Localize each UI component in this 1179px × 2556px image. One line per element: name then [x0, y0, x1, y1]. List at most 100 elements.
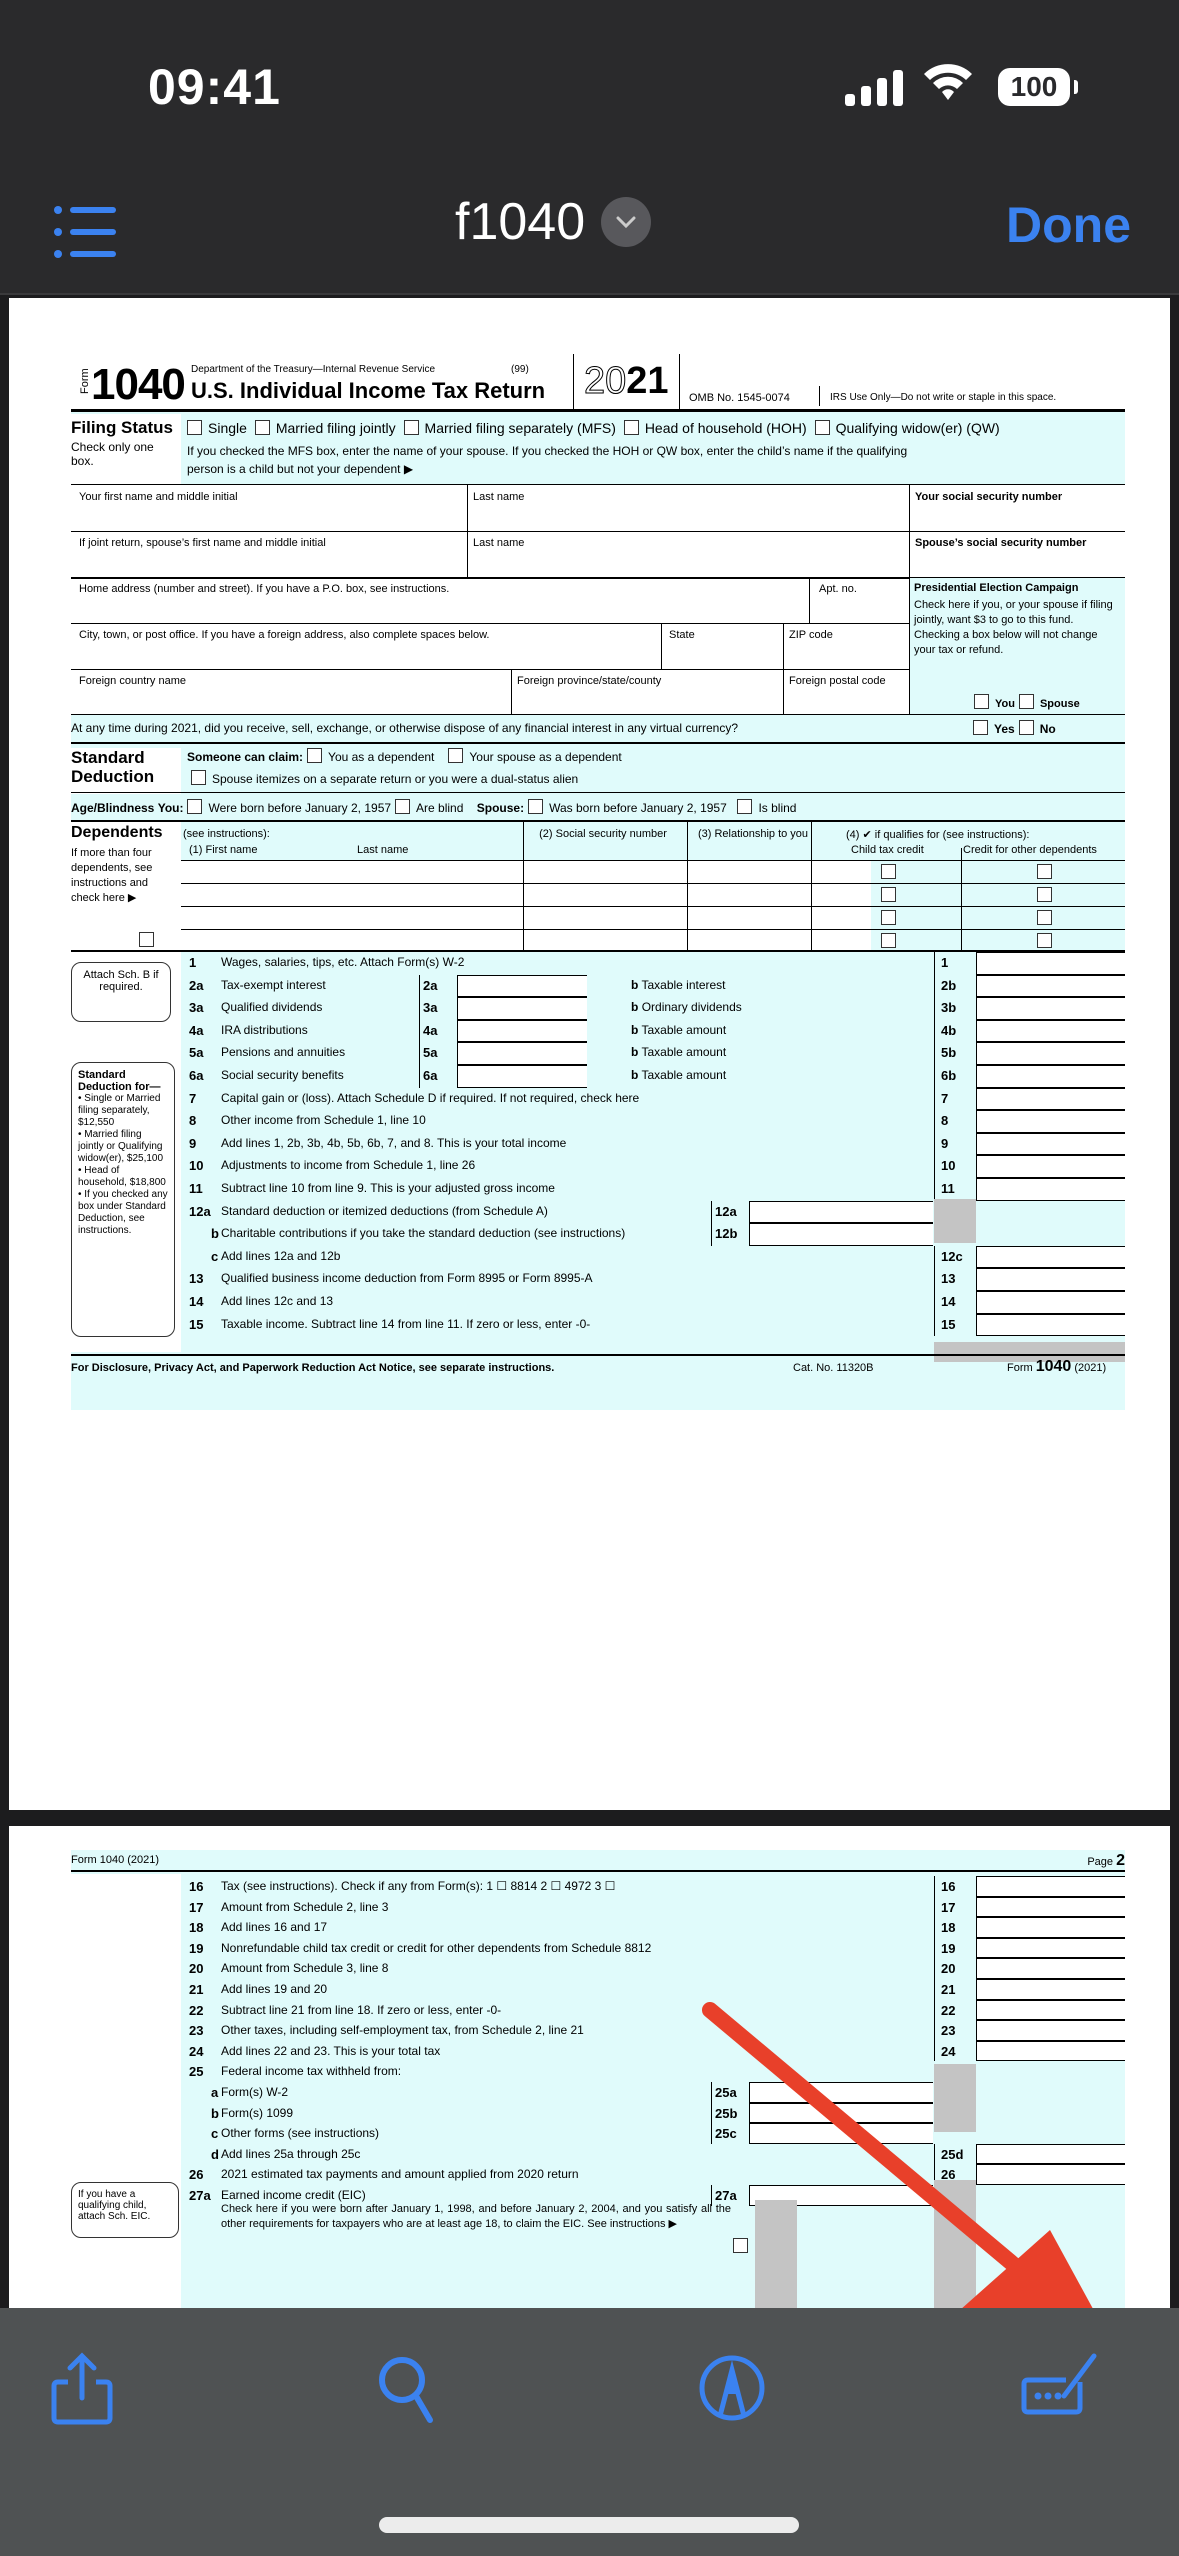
amount-input-25d[interactable]	[976, 2143, 1125, 2165]
amount-input-25a[interactable]	[749, 2082, 933, 2103]
share-icon[interactable]	[42, 2348, 122, 2428]
spouse-dependent-checkbox[interactable]	[448, 748, 464, 763]
home-address-field[interactable]: Home address (number and street). If you…	[79, 583, 449, 595]
you-blind-checkbox[interactable]	[395, 799, 411, 814]
amount-input-12b[interactable]	[749, 1223, 933, 1246]
foreign-province-field[interactable]: Foreign province/state/county	[517, 675, 661, 687]
amount-input-18[interactable]	[976, 1917, 1125, 1938]
zip-field[interactable]: ZIP code	[789, 629, 833, 641]
amount-input-6a[interactable]	[457, 1065, 587, 1088]
amount-input-1[interactable]	[976, 952, 1125, 975]
more-dependents-checkbox[interactable]	[139, 932, 154, 947]
done-button[interactable]: Done	[1006, 196, 1131, 254]
ssn-field[interactable]: Your social security number	[915, 491, 1062, 503]
amount-input-7[interactable]	[976, 1087, 1125, 1111]
state-field[interactable]: State	[669, 629, 695, 641]
amount-input-25c[interactable]	[749, 2123, 933, 2144]
line-box-label: 18	[941, 1920, 956, 1936]
you-dependent-checkbox[interactable]	[307, 748, 323, 763]
line-box-label: 15	[941, 1316, 956, 1332]
income-section: Attach Sch. B if required. Standard Dedu…	[71, 950, 1125, 1362]
amount-input-4a[interactable]	[457, 1019, 587, 1043]
first-name-field[interactable]: Your first name and middle initial	[79, 491, 238, 503]
omb-number: OMB No. 1545-0074	[689, 392, 790, 404]
last-name-field[interactable]: Last name	[473, 491, 524, 503]
dependent-other-credit-checkbox[interactable]	[1037, 887, 1052, 902]
chevron-down-icon[interactable]	[601, 197, 652, 247]
hoh-checkbox[interactable]	[623, 420, 639, 435]
list-icon[interactable]	[52, 202, 122, 262]
amount-input-12a[interactable]	[749, 1200, 933, 1224]
foreign-country-field[interactable]: Foreign country name	[79, 675, 186, 687]
dependent-child-credit-checkbox[interactable]	[881, 887, 896, 902]
amount-input-16[interactable]	[976, 1876, 1125, 1897]
dependent-other-credit-checkbox[interactable]	[1037, 933, 1052, 948]
line-box-label: 10	[941, 1158, 956, 1174]
spouse-last-name-field[interactable]: Last name	[473, 537, 524, 549]
amount-input-9[interactable]	[976, 1132, 1125, 1156]
amount-input-13[interactable]	[976, 1268, 1125, 1291]
dependent-child-credit-checkbox[interactable]	[881, 910, 896, 925]
markup-icon[interactable]	[692, 2348, 772, 2428]
amount-input-25b[interactable]	[749, 2102, 933, 2124]
amount-input-20[interactable]	[976, 1958, 1125, 1979]
amount-input-3a[interactable]	[457, 997, 587, 1020]
line-number: d	[211, 2146, 219, 2162]
search-icon[interactable]	[368, 2348, 448, 2428]
single-checkbox[interactable]	[187, 420, 202, 435]
amount-input-5a[interactable]	[457, 1042, 587, 1065]
pec-you-checkbox[interactable]	[974, 694, 989, 709]
qw-checkbox[interactable]	[814, 420, 830, 435]
document-title-menu[interactable]: f1040	[455, 192, 652, 252]
pec-spouse-checkbox[interactable]	[1018, 694, 1034, 709]
amount-input-8[interactable]	[976, 1110, 1125, 1133]
spouse-born-checkbox[interactable]	[528, 799, 544, 814]
amount-input-3b[interactable]	[976, 997, 1125, 1020]
amount-input-12c[interactable]	[976, 1245, 1125, 1269]
amount-input-24[interactable]	[976, 2040, 1125, 2062]
sub-line-label: 27a	[715, 2188, 737, 2203]
amount-input-14[interactable]	[976, 1291, 1125, 1314]
amount-input-6b[interactable]	[976, 1065, 1125, 1088]
fill-and-sign-icon[interactable]	[1020, 2348, 1100, 2428]
amount-input-15[interactable]	[976, 1313, 1125, 1337]
amount-input-5b[interactable]	[976, 1042, 1125, 1065]
amount-input-23[interactable]	[976, 2020, 1125, 2041]
city-field[interactable]: City, town, or post office. If you have …	[79, 629, 489, 641]
line-box-label: 17	[941, 1899, 956, 1915]
dependent-other-credit-checkbox[interactable]	[1037, 864, 1052, 879]
amount-input-2a[interactable]	[457, 974, 587, 998]
line-text: 2021 estimated tax payments and amount a…	[221, 2167, 579, 2182]
line-number: c	[211, 1248, 219, 1264]
dependent-child-credit-checkbox[interactable]	[881, 933, 896, 948]
home-indicator[interactable]	[379, 2517, 799, 2533]
eic-age-checkbox[interactable]	[733, 2238, 748, 2253]
apt-field[interactable]: Apt. no.	[819, 583, 857, 595]
amount-input-22[interactable]	[976, 1999, 1125, 2021]
vc-no-checkbox[interactable]	[1018, 720, 1034, 735]
amount-input-17[interactable]	[976, 1896, 1125, 1918]
dependent-child-credit-checkbox[interactable]	[881, 864, 896, 879]
amount-input-19[interactable]	[976, 1937, 1125, 1959]
pdf-page-2: Form 1040 (2021) Page 2 If you have a qu…	[9, 1826, 1170, 2410]
spouse-first-name-field[interactable]: If joint return, spouse’s first name and…	[79, 537, 326, 549]
spouse-ssn-field[interactable]: Spouse’s social security number	[915, 537, 1086, 549]
pec-text: Check here if you, or your spouse if fil…	[914, 599, 1113, 656]
amount-input-4b[interactable]	[976, 1019, 1125, 1043]
wifi-icon	[924, 64, 972, 100]
mfj-checkbox[interactable]	[254, 420, 270, 435]
dependent-other-credit-checkbox[interactable]	[1037, 910, 1052, 925]
spouse-itemizes-checkbox[interactable]	[191, 770, 206, 785]
amount-input-2b[interactable]	[976, 974, 1125, 998]
amount-input-11[interactable]	[976, 1178, 1125, 1201]
amount-input-21[interactable]	[976, 1979, 1125, 2000]
line-box-label: 7	[941, 1090, 949, 1106]
amount-input-26[interactable]	[976, 2164, 1125, 2185]
mfs-checkbox[interactable]	[403, 420, 419, 435]
foreign-postal-field[interactable]: Foreign postal code	[789, 675, 886, 687]
vc-yes-checkbox[interactable]	[973, 720, 988, 735]
you-born-checkbox[interactable]	[187, 799, 203, 814]
spouse-blind-checkbox[interactable]	[737, 799, 753, 814]
amount-input-10[interactable]	[976, 1155, 1125, 1178]
schedule-b-callout: Attach Sch. B if required.	[71, 962, 171, 1022]
